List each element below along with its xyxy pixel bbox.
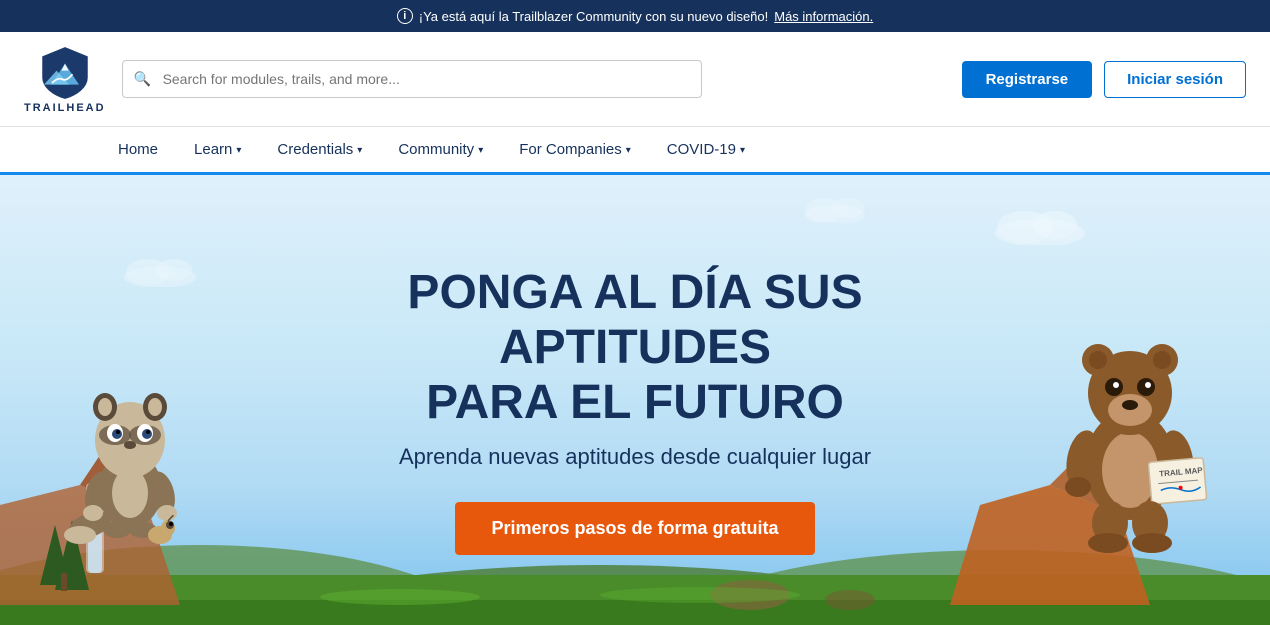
- hero-cta-button[interactable]: Primeros pasos de forma gratuita: [455, 502, 814, 555]
- logo-image: [37, 44, 93, 100]
- register-button[interactable]: Registrarse: [962, 61, 1093, 98]
- cloud-decoration-3: [800, 195, 870, 228]
- bear-character: TRAIL MAP: [1050, 305, 1210, 565]
- nav-covid[interactable]: COVID-19 ▾: [649, 127, 763, 172]
- chevron-down-icon: ▾: [626, 145, 631, 156]
- hero-title: PONGA AL DÍA SUS APTITUDES PARA EL FUTUR…: [285, 265, 985, 431]
- logo-link[interactable]: TRAILHEAD: [24, 44, 106, 114]
- astro-character: [60, 345, 200, 565]
- header-actions: Registrarse Iniciar sesión: [962, 61, 1246, 98]
- announcement-bar: i ¡Ya está aquí la Trailblazer Community…: [0, 0, 1270, 32]
- cloud-decoration-1: [990, 205, 1090, 250]
- search-bar-container: 🔍: [122, 60, 702, 98]
- info-icon: i: [397, 8, 413, 24]
- nav-home[interactable]: Home: [100, 127, 176, 172]
- login-button[interactable]: Iniciar sesión: [1104, 61, 1246, 98]
- nav-learn[interactable]: Learn ▾: [176, 127, 259, 172]
- nav-community[interactable]: Community ▾: [380, 127, 501, 172]
- cloud-decoration-2: [120, 255, 200, 292]
- header: TRAILHEAD 🔍 Registrarse Iniciar sesión: [0, 32, 1270, 127]
- chevron-down-icon: ▾: [357, 145, 362, 156]
- chevron-down-icon: ▾: [236, 145, 241, 156]
- search-input[interactable]: [122, 60, 702, 98]
- nav-credentials[interactable]: Credentials ▾: [259, 127, 380, 172]
- hero-section: PONGA AL DÍA SUS APTITUDES PARA EL FUTUR…: [0, 175, 1270, 625]
- logo-text: TRAILHEAD: [24, 102, 106, 114]
- hero-subtitle: Aprenda nuevas aptitudes desde cualquier…: [399, 444, 871, 470]
- nav-bar: Home Learn ▾ Credentials ▾ Community ▾ F…: [0, 127, 1270, 175]
- announcement-text: ¡Ya está aquí la Trailblazer Community c…: [419, 9, 769, 24]
- nav-for-companies[interactable]: For Companies ▾: [501, 127, 649, 172]
- search-icon: 🔍: [134, 71, 151, 88]
- chevron-down-icon: ▾: [740, 145, 745, 156]
- announcement-link[interactable]: Más información.: [774, 9, 873, 24]
- chevron-down-icon: ▾: [478, 145, 483, 156]
